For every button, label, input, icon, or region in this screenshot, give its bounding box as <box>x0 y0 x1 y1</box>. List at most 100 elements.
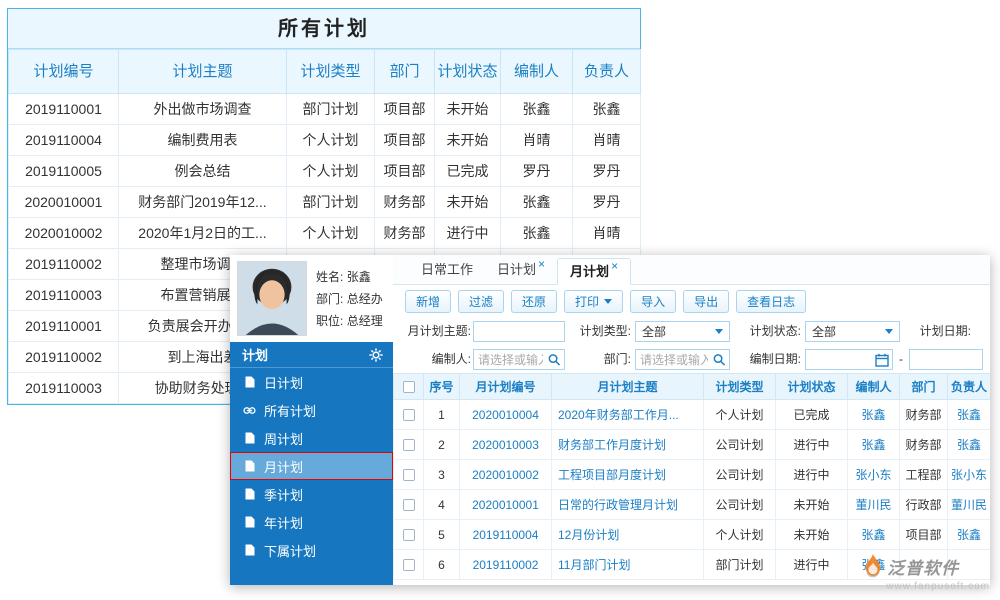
sidebar-item-monthly-plan[interactable]: 月计划 <box>230 452 393 480</box>
search-icon[interactable] <box>547 353 561 366</box>
plan-subject-link[interactable]: 12月份计划 <box>552 520 704 550</box>
compiler-link[interactable]: 张鑫 <box>848 520 900 550</box>
plan-status: 进行中 <box>776 460 848 490</box>
tab-daily-work[interactable]: 日常工作 <box>409 257 485 284</box>
table-row[interactable]: 2019110001外出做市场调查部门计划项目部未开始张鑫张鑫 <box>9 94 641 125</box>
column-header: 负责人 <box>948 374 991 400</box>
owner-link[interactable]: 张鑫 <box>948 400 991 430</box>
table-row[interactable]: 5201911000412月份计划个人计划未开始张鑫项目部张鑫 <box>394 520 991 550</box>
column-header: 计划状态 <box>776 374 848 400</box>
column-header: 计划主题 <box>119 50 287 94</box>
compiler-link[interactable]: 张鑫 <box>848 430 900 460</box>
document-icon <box>243 516 256 528</box>
restore-button[interactable]: 还原 <box>511 290 557 313</box>
compiler-link[interactable]: 董川民 <box>848 490 900 520</box>
row-checkbox[interactable] <box>403 529 415 541</box>
profile-name: 姓名: 张鑫 <box>316 266 383 288</box>
table-row[interactable]: 20200100022020年1月2日的工...个人计划财务部进行中张鑫肖晴 <box>9 218 641 249</box>
filter-button[interactable]: 过滤 <box>458 290 504 313</box>
monthly-plan-window: 姓名: 张鑫 部门: 总经办 职位: 总经理 计划 日计划所有计划周计划月计划季… <box>230 255 990 585</box>
brand-url: www.fanpusoft.com <box>862 581 990 592</box>
table-row[interactable]: 2019110005例会总结个人计划项目部已完成罗丹罗丹 <box>9 156 641 187</box>
table-row[interactable]: 22020010003财务部工作月度计划公司计划进行中张鑫财务部张鑫 <box>394 430 991 460</box>
sidebar-item-daily-plan[interactable]: 日计划 <box>230 368 393 396</box>
column-header: 计划状态 <box>435 50 501 94</box>
sidebar-item-label: 月计划 <box>264 457 303 476</box>
plan-dept: 财务部 <box>900 400 948 430</box>
plan-type: 个人计划 <box>704 400 776 430</box>
row-checkbox[interactable] <box>403 409 415 421</box>
column-header: 计划编号 <box>9 50 119 94</box>
sidebar-item-subordinate-plans[interactable]: 下属计划 <box>230 536 393 564</box>
plan-code-link[interactable]: 2019110004 <box>460 520 552 550</box>
monthly-subject-input[interactable] <box>474 322 564 341</box>
plan-subject-link[interactable]: 日常的行政管理月计划 <box>552 490 704 520</box>
plan-status-select[interactable]: 全部 <box>805 321 900 342</box>
tab-daily-plan[interactable]: 日计划× <box>485 257 557 284</box>
table-row[interactable]: 42020010001日常的行政管理月计划公司计划未开始董川民行政部董川民 <box>394 490 991 520</box>
add-button[interactable]: 新增 <box>405 290 451 313</box>
watermark: 泛普软件 www.fanpusoft.com <box>862 553 990 592</box>
row-checkbox[interactable] <box>403 469 415 481</box>
tab-label: 月计划 <box>570 264 609 279</box>
plan-code-link[interactable]: 2020010003 <box>460 430 552 460</box>
select-all-checkbox[interactable] <box>403 381 415 393</box>
row-checkbox[interactable] <box>403 499 415 511</box>
print-button[interactable]: 打印 <box>564 290 623 313</box>
plan-code-link[interactable]: 2020010001 <box>460 490 552 520</box>
compiler-label: 编制人: <box>395 349 471 370</box>
compile-date-end-input[interactable] <box>910 350 982 369</box>
document-icon <box>243 376 256 388</box>
plan-status: 进行中 <box>776 550 848 580</box>
tab-monthly-plan[interactable]: 月计划× <box>557 258 631 285</box>
sidebar: 姓名: 张鑫 部门: 总经办 职位: 总经理 计划 日计划所有计划周计划月计划季… <box>230 255 393 585</box>
owner-link[interactable]: 张鑫 <box>948 430 991 460</box>
sidebar-item-weekly-plan[interactable]: 周计划 <box>230 424 393 452</box>
plan-type-label: 计划类型: <box>567 321 631 342</box>
compile-date-input[interactable] <box>806 350 875 369</box>
document-icon <box>243 488 256 500</box>
table-row[interactable]: 32020010002工程项目部月度计划公司计划进行中张小东工程部张小东 <box>394 460 991 490</box>
plan-subject-link[interactable]: 11月部门计划 <box>552 550 704 580</box>
plan-type-select[interactable]: 全部 <box>635 321 730 342</box>
close-icon[interactable]: × <box>611 259 618 273</box>
owner-link[interactable]: 张鑫 <box>948 520 991 550</box>
compiler-input[interactable] <box>474 350 547 369</box>
sidebar-item-quarterly-plan[interactable]: 季计划 <box>230 480 393 508</box>
plan-code-link[interactable]: 2020010002 <box>460 460 552 490</box>
sidebar-item-label: 所有计划 <box>264 401 316 420</box>
plan-code-link[interactable]: 2019110002 <box>460 550 552 580</box>
table-row[interactable]: 120200100042020年财务部工作月...个人计划已完成张鑫财务部张鑫 <box>394 400 991 430</box>
sidebar-item-label: 日计划 <box>264 373 303 392</box>
row-index: 4 <box>424 490 460 520</box>
row-checkbox[interactable] <box>403 439 415 451</box>
calendar-icon[interactable] <box>875 353 889 367</box>
owner-link[interactable]: 董川民 <box>948 490 991 520</box>
gear-icon[interactable] <box>369 348 383 362</box>
export-button[interactable]: 导出 <box>683 290 729 313</box>
sidebar-item-label: 季计划 <box>264 485 303 504</box>
sidebar-item-all-plans[interactable]: 所有计划 <box>230 396 393 424</box>
column-header: 计划类型 <box>287 50 375 94</box>
plan-status-label: 计划状态: <box>737 321 801 342</box>
table-row[interactable]: 2020010001财务部门2019年12...部门计划财务部未开始张鑫罗丹 <box>9 187 641 218</box>
compiler-link[interactable]: 张小东 <box>848 460 900 490</box>
page-title: 所有计划 <box>8 9 640 49</box>
view-log-button[interactable]: 查看日志 <box>736 290 806 313</box>
button-label: 导出 <box>694 293 718 310</box>
plan-subject-link[interactable]: 财务部工作月度计划 <box>552 430 704 460</box>
close-icon[interactable]: × <box>538 257 545 271</box>
plan-subject-link[interactable]: 工程项目部月度计划 <box>552 460 704 490</box>
import-button[interactable]: 导入 <box>630 290 676 313</box>
plan-code-link[interactable]: 2020010004 <box>460 400 552 430</box>
table-row[interactable]: 2019110004编制费用表个人计划项目部未开始肖晴肖晴 <box>9 125 641 156</box>
search-icon[interactable] <box>712 353 726 366</box>
brand-name: 泛普软件 <box>887 554 959 579</box>
sidebar-item-annual-plan[interactable]: 年计划 <box>230 508 393 536</box>
filter-panel: 月计划主题: 计划类型: 全部 计划状态: 全部 计划日期: 编制人: 部门: … <box>393 316 990 373</box>
row-checkbox[interactable] <box>403 559 415 571</box>
compiler-link[interactable]: 张鑫 <box>848 400 900 430</box>
dept-input[interactable] <box>636 350 712 369</box>
plan-subject-link[interactable]: 2020年财务部工作月... <box>552 400 704 430</box>
owner-link[interactable]: 张小东 <box>948 460 991 490</box>
